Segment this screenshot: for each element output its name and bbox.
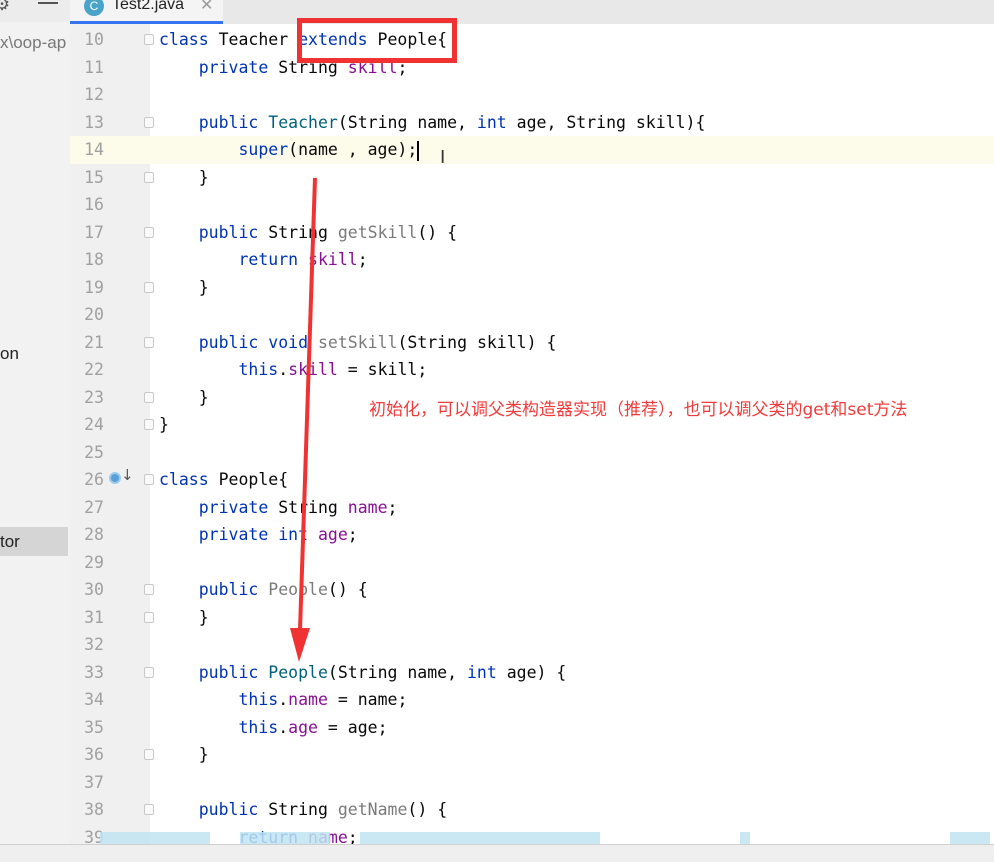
bottom-tool-bar bbox=[0, 844, 994, 862]
arrow-line bbox=[298, 177, 317, 631]
arrow-head bbox=[290, 628, 310, 662]
annotation-arrow bbox=[290, 177, 317, 662]
annotation-text: 初始化，可以调父类构造器实现（推荐），也可以调父类的get和set方法 bbox=[369, 400, 908, 420]
